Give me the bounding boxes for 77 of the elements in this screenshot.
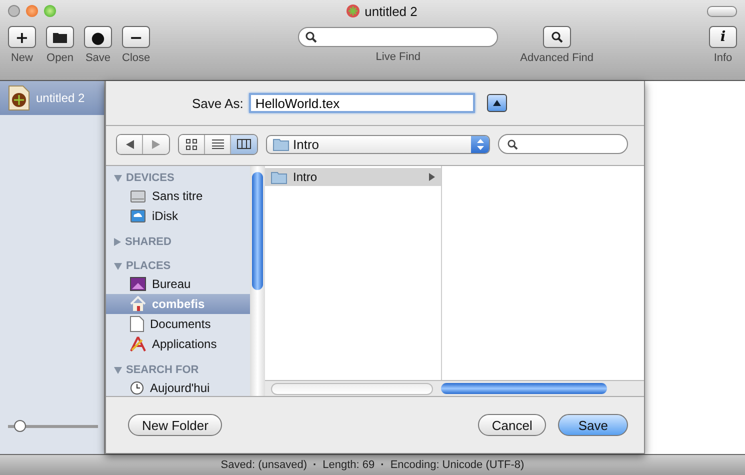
back-button[interactable] bbox=[117, 134, 143, 154]
live-find-field[interactable] bbox=[298, 27, 498, 47]
sidebar-item[interactable]: Aujourd'hui bbox=[106, 378, 250, 396]
desktop-icon bbox=[130, 277, 146, 291]
grid-icon bbox=[186, 138, 197, 150]
section-header: SHARED bbox=[125, 236, 172, 248]
sidebar-item[interactable]: Applications bbox=[106, 334, 250, 354]
list-icon bbox=[212, 139, 224, 149]
idisk-icon bbox=[130, 208, 146, 224]
search-icon bbox=[550, 31, 563, 43]
folder-icon bbox=[273, 138, 289, 150]
toolbar-label: Advanced Find bbox=[520, 52, 594, 64]
separator-dot: · bbox=[380, 459, 384, 471]
left-triangle-icon bbox=[126, 140, 134, 148]
info-button[interactable]: i bbox=[709, 26, 737, 48]
house-icon bbox=[130, 296, 146, 312]
cancel-button[interactable]: Cancel bbox=[478, 414, 546, 436]
sidebar-item[interactable]: Sans titre bbox=[106, 186, 250, 206]
toolbar-label: Save bbox=[85, 52, 111, 64]
updown-icon bbox=[476, 138, 484, 150]
zoom-slider[interactable] bbox=[8, 420, 98, 432]
disclosure-down-icon[interactable] bbox=[114, 366, 122, 374]
scrollbar[interactable] bbox=[250, 166, 265, 396]
folder-icon bbox=[271, 170, 287, 184]
search-icon bbox=[507, 138, 518, 150]
save-as-label: Save As: bbox=[192, 96, 244, 110]
toolbar-pill-button[interactable] bbox=[707, 6, 737, 16]
window-control[interactable] bbox=[8, 5, 20, 17]
toolbar-label: New bbox=[10, 52, 33, 64]
sidebar-item[interactable]: iDisk bbox=[106, 206, 250, 226]
disclosure-down-icon[interactable] bbox=[114, 262, 122, 270]
status-text: Saved: (unsaved) bbox=[220, 459, 307, 471]
sidebar-item[interactable]: Bureau bbox=[106, 274, 250, 294]
right-triangle-icon bbox=[429, 173, 435, 181]
new-folder-button[interactable]: New Folder bbox=[128, 414, 222, 436]
columns-icon bbox=[237, 139, 251, 149]
hard-drive-icon bbox=[130, 188, 146, 204]
search-icon bbox=[305, 31, 318, 43]
horizontal-scrollbar[interactable] bbox=[265, 380, 644, 396]
disclosure-down-icon[interactable] bbox=[114, 174, 122, 182]
status-text: Encoding: Unicode (UTF-8) bbox=[390, 459, 524, 471]
filename-field[interactable]: HelloWorld.tex bbox=[249, 93, 476, 113]
view-mode-button[interactable] bbox=[179, 134, 205, 154]
location-popup[interactable]: Intro bbox=[266, 134, 490, 154]
document-icon bbox=[8, 85, 30, 111]
folder-row[interactable]: Intro bbox=[265, 168, 441, 186]
search-field[interactable] bbox=[498, 134, 628, 154]
toolbar-label: Info bbox=[714, 52, 732, 64]
view-mode-button[interactable] bbox=[231, 134, 257, 154]
toolbar-label: Close bbox=[122, 52, 150, 64]
advanced-find-button[interactable] bbox=[542, 26, 571, 48]
up-triangle-icon bbox=[493, 100, 502, 106]
status-text: Length: 69 bbox=[322, 459, 375, 471]
view-mode-button[interactable] bbox=[205, 134, 231, 154]
folder-icon bbox=[53, 32, 67, 42]
window-title: untitled 2 bbox=[364, 4, 418, 18]
section-header: PLACES bbox=[126, 260, 171, 272]
toolbar-button[interactable] bbox=[46, 26, 74, 48]
document-icon bbox=[346, 4, 360, 18]
toolbar-button[interactable]: + bbox=[8, 26, 36, 48]
toolbar-button[interactable]: ● bbox=[84, 26, 112, 48]
disclosure-right-icon[interactable] bbox=[114, 238, 121, 246]
section-header: SEARCH FOR bbox=[126, 364, 199, 376]
applications-icon bbox=[130, 336, 146, 352]
clock-icon bbox=[130, 381, 144, 395]
document-icon bbox=[130, 316, 144, 332]
right-triangle-icon bbox=[152, 140, 160, 148]
slider-thumb[interactable] bbox=[14, 420, 26, 432]
sidebar-item[interactable]: Documents bbox=[106, 314, 250, 334]
toolbar-label: Open bbox=[46, 52, 74, 64]
toolbar-label: Live Find bbox=[376, 51, 420, 63]
separator-dot: · bbox=[312, 459, 317, 471]
toolbar-button[interactable]: − bbox=[122, 26, 150, 48]
forward-button[interactable] bbox=[143, 134, 169, 154]
save-button[interactable]: Save bbox=[558, 414, 628, 436]
collapse-button[interactable] bbox=[487, 94, 508, 112]
section-header: DEVICES bbox=[126, 172, 174, 184]
